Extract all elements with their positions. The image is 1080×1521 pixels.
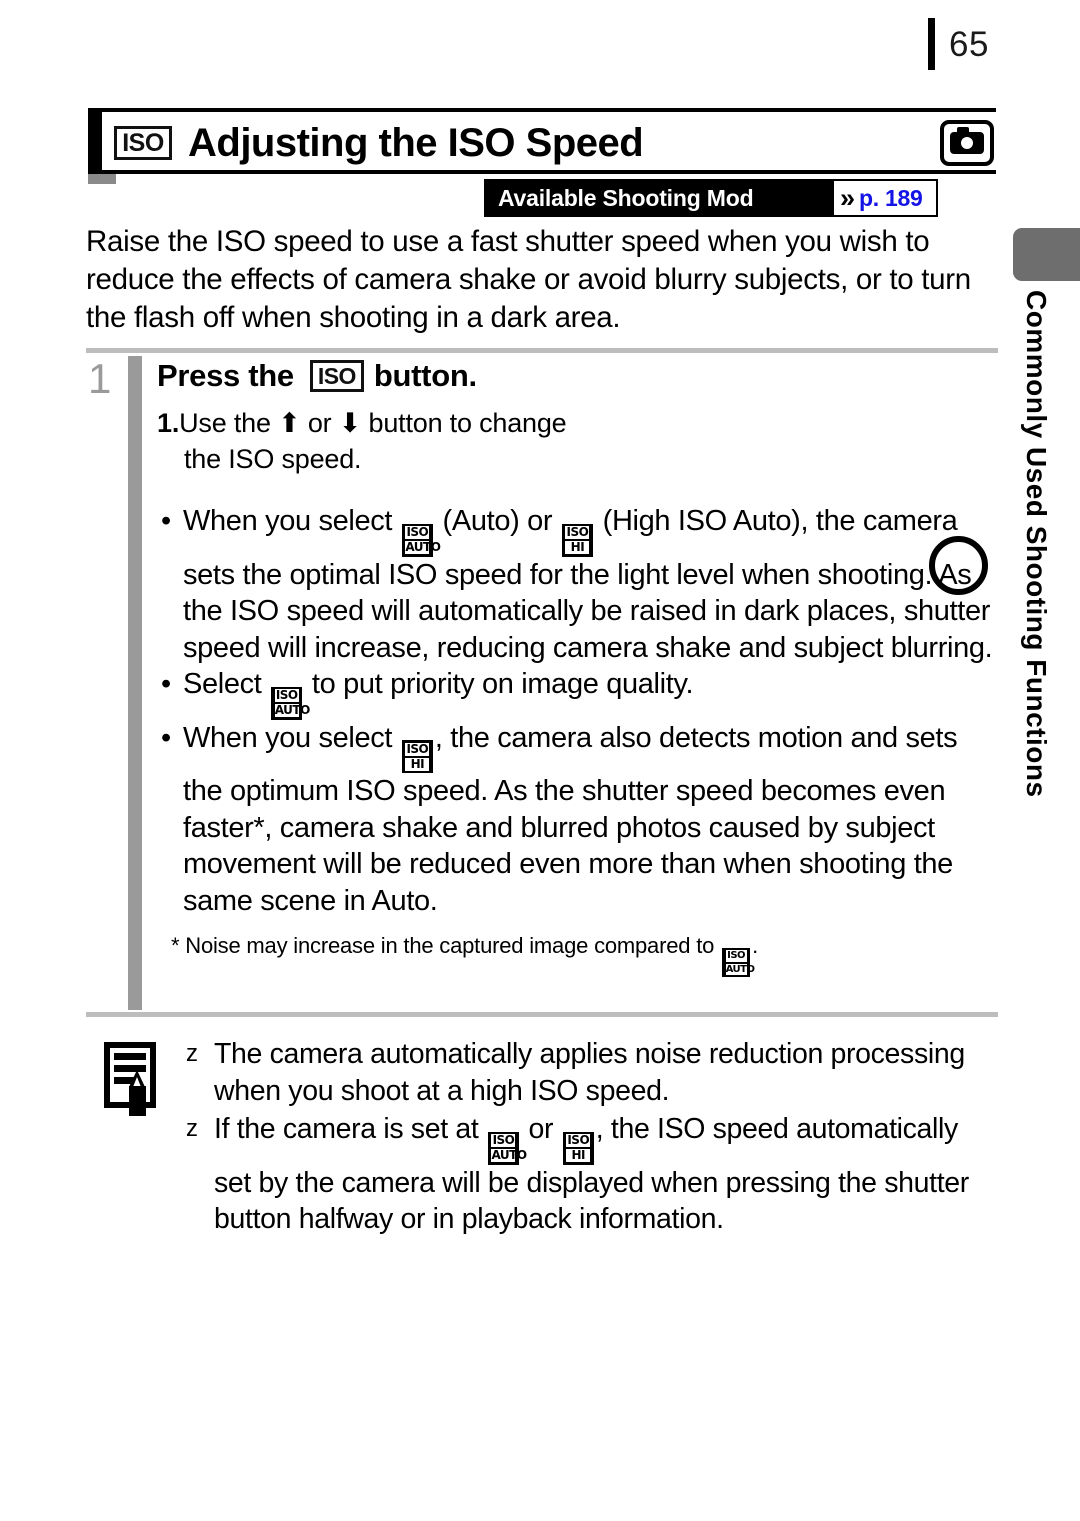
bullet-dot-icon: • (161, 721, 171, 754)
iso-hi-icon-top: ISO (566, 1133, 591, 1147)
intro-paragraph: Raise the ISO speed to use a fast shutte… (86, 225, 971, 334)
iso-hi-icon-top: ISO (405, 741, 430, 756)
iso-hi-icon: ISO HI (401, 740, 433, 773)
substep-or: or (307, 408, 332, 438)
iso-auto-icon-top: ISO (274, 688, 299, 702)
step-bottom-rule (86, 1012, 998, 1017)
bullet-text: When you select ISO HI, the camera also d… (183, 720, 1002, 920)
bullet-seg: (Auto) or (434, 505, 560, 537)
iso-icon: ISO (114, 126, 172, 160)
list-item: • When you select ISO AUTO (Auto) or ISO H… (157, 503, 1002, 666)
iso-auto-icon-bottom: AUTO (725, 963, 755, 975)
iso-auto-icon-bottom: AUTO (491, 1148, 527, 1162)
double-chevron-icon: » (840, 182, 855, 213)
iso-hi-icon-top: ISO (565, 525, 590, 539)
step-top-rule (86, 348, 998, 353)
memo-line (114, 1053, 146, 1060)
page-number: 65 (949, 24, 989, 64)
iso-button-icon-label: ISO (317, 362, 357, 389)
iso-hi-icon-bottom: HI (405, 757, 430, 771)
available-shooting-modes-banner: Available Shooting Mod » p. 189 (484, 179, 939, 217)
side-tab-marker (1013, 228, 1080, 281)
list-item: z The camera automatically applies noise… (186, 1036, 998, 1109)
iso-auto-icon: ISO AUTO (722, 948, 755, 977)
bullet-list: • When you select ISO AUTO (Auto) or ISO H… (157, 503, 1002, 919)
camera-icon-lens (961, 137, 973, 149)
iso-button-icon: ISO (309, 360, 364, 392)
list-item: z If the camera is set at ISO AUTO or ISO… (186, 1111, 998, 1238)
bullet-seg: Select (183, 668, 270, 700)
iso-auto-icon: ISO AUTO (401, 523, 441, 557)
iso-hi-icon-bottom: HI (566, 1149, 591, 1162)
bullet-seg: When you select (183, 505, 400, 537)
iso-auto-icon-bottom: AUTO (274, 703, 310, 717)
note-text-block: z The camera automatically applies noise… (160, 1036, 998, 1238)
footnote-period: . (752, 933, 758, 958)
iso-auto-icon-bottom: AUTO (405, 540, 441, 554)
title-accent-bar (88, 112, 102, 174)
page-title-row: ISO Adjusting the ISO Speed (88, 112, 996, 174)
list-item: • Select ISO AUTO to put priority on imag… (157, 666, 1002, 720)
step-heading: Press the ISO button. (157, 358, 1002, 394)
step-indicator-bar (128, 356, 142, 1010)
note-item-text-before: If the camera is set at (214, 1113, 486, 1145)
bullet-dot-icon: • (161, 505, 171, 537)
iso-auto-icon: ISO AUTO (487, 1131, 527, 1165)
iso-hi-icon: ISO HI (561, 523, 593, 557)
page-number-rule (928, 18, 935, 70)
page-title: Adjusting the ISO Speed (188, 120, 644, 165)
title-accent-foot (88, 174, 116, 184)
circle-icon (929, 536, 988, 595)
iso-hi-icon: ISO HI (562, 1131, 594, 1165)
note-marker-icon: z (186, 1040, 198, 1067)
bullet-dot-icon: • (161, 668, 171, 700)
page-number-header: 65 (928, 18, 989, 70)
note-box: z The camera automatically applies noise… (104, 1036, 998, 1238)
substep-text-before: Use the (179, 408, 271, 438)
substep-text-after: button to change (368, 408, 567, 438)
pencil-shaft (129, 1086, 146, 1116)
note-item-text: The camera automatically applies noise r… (214, 1038, 965, 1107)
note-item-text-middle: or (520, 1113, 561, 1145)
list-item: • When you select ISO HI, the camera also… (157, 720, 1002, 920)
iso-auto-icon-top: ISO (491, 1133, 516, 1147)
bullet-seg: When you select (183, 721, 400, 754)
substep-number: 1. (157, 408, 180, 438)
camera-icon-body (950, 127, 984, 154)
step-heading-before: Press the (157, 358, 294, 393)
page-reference[interactable]: » p. 189 (834, 181, 937, 215)
step-heading-after: button. (373, 358, 477, 393)
iso-auto-icon-top: ISO (725, 950, 747, 962)
arrow-down-icon: ⬇ (338, 408, 362, 438)
substep-1: 1.Use the ⬆ or ⬇ button to change the IS… (157, 405, 1002, 477)
step-body: Press the ISO button. 1.Use the ⬆ or ⬇ b… (157, 358, 1002, 977)
side-tab-label: Commonly Used Shooting Functions (1021, 290, 1052, 798)
note-marker-icon: z (186, 1115, 198, 1142)
footnote: * Noise may increase in the captured ima… (157, 931, 1002, 977)
footnote-text: * Noise may increase in the captured ima… (171, 933, 715, 958)
bullet-text: When you select ISO AUTO (Auto) or ISO HI … (183, 503, 1002, 666)
side-tab: Commonly Used Shooting Functions (1007, 290, 1065, 890)
iso-hi-icon-bottom: HI (565, 541, 590, 554)
memo-pencil-icon (104, 1042, 160, 1116)
bullet-seg: to put priority on image quality. (304, 668, 694, 700)
substep-line-2: the ISO speed. (184, 444, 362, 474)
iso-icon-label: ISO (122, 128, 164, 157)
camera-icon (940, 120, 994, 166)
pencil-tip (129, 1070, 145, 1087)
title-bottom-rule (88, 170, 996, 174)
page-reference-label: p. 189 (859, 184, 923, 211)
iso-auto-icon: ISO AUTO (271, 686, 310, 720)
iso-auto-icon-top: ISO (405, 525, 430, 539)
available-shooting-modes-label: Available Shooting Mod (486, 181, 834, 215)
step-number: 1 (88, 355, 112, 402)
arrow-up-icon: ⬆ (278, 408, 301, 438)
bullet-text: Select ISO AUTO to put priority on image … (183, 666, 1002, 720)
pencil-shape (129, 1070, 146, 1116)
